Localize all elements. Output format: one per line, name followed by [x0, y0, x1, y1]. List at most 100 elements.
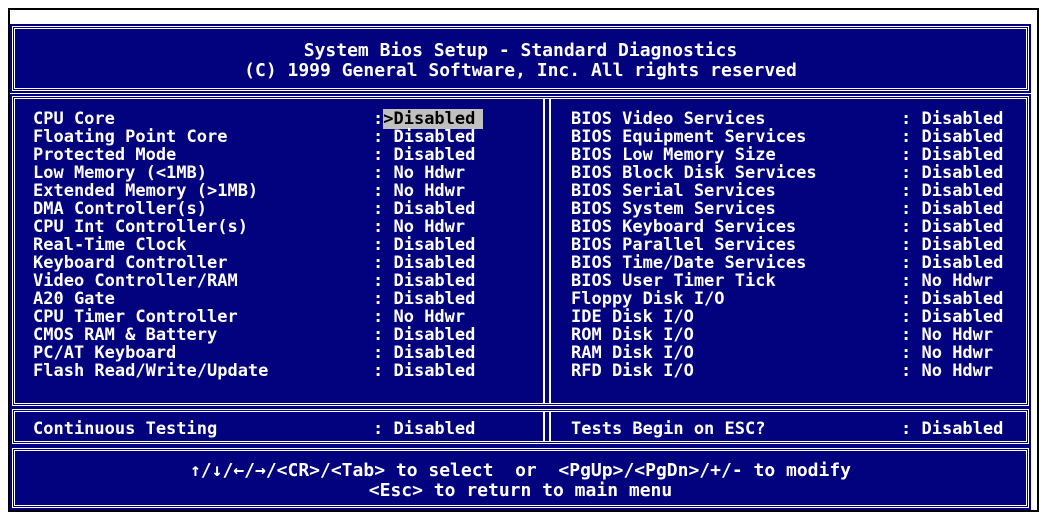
diag-item-row[interactable]: Flash Read/Write/Update: Disabled	[33, 362, 538, 380]
diag-item-value-text: Disabled	[393, 235, 476, 255]
bios-item-row[interactable]: BIOS Parallel Services: Disabled	[571, 236, 1026, 254]
diag-item-value-text: No Hdwr	[393, 181, 466, 201]
bios-item-value[interactable]: : No Hdwr	[901, 362, 993, 380]
diag-item-value[interactable]: : No Hdwr	[373, 182, 465, 200]
column-divider-inner	[549, 412, 551, 441]
bios-item-label: BIOS Keyboard Services	[571, 217, 797, 237]
diag-item-value[interactable]: :>Disabled	[373, 109, 484, 129]
bios-item-row[interactable]: RAM Disk I/O: No Hdwr	[571, 344, 1026, 362]
column-divider-inner	[549, 99, 551, 403]
diag-item-value[interactable]: : Disabled	[373, 362, 475, 380]
separator-colon: :	[901, 235, 922, 255]
diag-item-row[interactable]: CPU Timer Controller : No Hdwr	[33, 308, 538, 326]
diag-item-label: Protected Mode	[33, 145, 177, 165]
diag-item-row[interactable]: Keyboard Controller: Disabled	[33, 254, 538, 272]
bios-item-row[interactable]: BIOS Low Memory Size: Disabled	[571, 146, 1026, 164]
diag-item-value[interactable]: : Disabled	[373, 326, 475, 344]
diag-item-label: Video Controller/RAM	[33, 271, 238, 291]
diag-item-row[interactable]: Protected Mode: Disabled	[33, 146, 538, 164]
bios-item-row[interactable]: BIOS User Timer Tick : No Hdwr	[571, 272, 1026, 290]
footer-help-line-2: <Esc> to return to main menu	[368, 480, 673, 501]
diag-item-label: Extended Memory (>1MB)	[33, 181, 259, 201]
separator-colon: :	[373, 181, 394, 201]
bios-item-row[interactable]: BIOS Equipment Services : Disabled	[571, 128, 1026, 146]
bios-item-value[interactable]: : Disabled	[901, 200, 1003, 218]
bios-item-value[interactable]: : Disabled	[901, 308, 1003, 326]
diag-item-value[interactable]: : No Hdwr	[373, 218, 465, 236]
bios-item-value[interactable]: : Disabled	[901, 290, 1003, 308]
bios-item-label: BIOS System Services	[571, 199, 776, 219]
separator-colon: :	[901, 145, 922, 165]
separator-colon: :	[901, 181, 922, 201]
diag-item-value[interactable]: : Disabled	[373, 290, 475, 308]
diag-item-value[interactable]: : Disabled	[373, 254, 475, 272]
bios-item-row[interactable]: RFD Disk I/O : No Hdwr	[571, 362, 1026, 380]
separator-colon: :	[373, 199, 394, 219]
bios-item-label: BIOS Equipment Services	[571, 127, 807, 147]
separator-colon: :	[373, 145, 394, 165]
bios-item-value[interactable]: : Disabled	[901, 236, 1003, 254]
bios-item-value-text: Disabled	[921, 289, 1004, 309]
diag-item-row[interactable]: CPU Int Controller(s): No Hdwr	[33, 218, 538, 236]
bios-item-value[interactable]: : No Hdwr	[901, 344, 993, 362]
diag-item-row[interactable]: CMOS RAM & Battery: Disabled	[33, 326, 538, 344]
diag-item-value-text: No Hdwr	[393, 217, 466, 237]
bios-item-row[interactable]: Floppy Disk I/O: Disabled	[571, 290, 1026, 308]
diag-item-value[interactable]: : Disabled	[373, 146, 475, 164]
bios-item-value[interactable]: : Disabled	[901, 218, 1003, 236]
diag-item-value[interactable]: : Disabled	[373, 344, 475, 362]
bios-item-row[interactable]: IDE Disk I/O: Disabled	[571, 308, 1026, 326]
diagnostics-panel: CPU Core :>Disabled Floating Point Core: D…	[10, 94, 1031, 408]
diag-item-row[interactable]: DMA Controller(s): Disabled	[33, 200, 538, 218]
bios-item-value[interactable]: : No Hdwr	[901, 272, 993, 290]
diag-item-label: CPU Timer Controller	[33, 307, 238, 327]
diag-item-value-text: Disabled	[393, 145, 476, 165]
diag-item-row[interactable]: Real-Time Clock: Disabled	[33, 236, 538, 254]
footer-help-line-1: ↑/↓/←/→/<CR>/<Tab> to select or <PgUp>/<…	[189, 460, 852, 481]
diag-item-value[interactable]: : Disabled	[373, 272, 475, 290]
bios-item-value[interactable]: : Disabled	[901, 110, 1003, 128]
diag-item-row[interactable]: Extended Memory (>1MB): No Hdwr	[33, 182, 538, 200]
bios-item-row[interactable]: ROM Disk I/O: No Hdwr	[571, 326, 1026, 344]
separator-colon: :	[901, 343, 922, 363]
diag-item-value[interactable]: : No Hdwr	[373, 308, 465, 326]
continuous-testing-value-text: Disabled	[393, 419, 476, 439]
separator-colon: :	[901, 217, 922, 237]
diag-item-value[interactable]: : No Hdwr	[373, 164, 465, 182]
bios-item-row[interactable]: BIOS Block Disk Services : Disabled	[571, 164, 1026, 182]
separator-colon: :	[373, 307, 394, 327]
diag-item-row[interactable]: Floating Point Core: Disabled	[33, 128, 538, 146]
bios-item-label: RFD Disk I/O	[571, 361, 694, 381]
diag-item-row[interactable]: CPU Core :>Disabled	[33, 109, 538, 129]
bios-item-value[interactable]: : Disabled	[901, 146, 1003, 164]
diag-item-value[interactable]: : Disabled	[373, 200, 475, 218]
bios-item-row[interactable]: BIOS Video Services: Disabled	[571, 110, 1026, 128]
bios-item-label: BIOS Block Disk Services	[571, 163, 817, 183]
bios-item-value-text: Disabled	[921, 109, 1004, 129]
diag-item-row[interactable]: A20 Gate: Disabled	[33, 290, 538, 308]
separator-colon: :	[373, 217, 394, 237]
tests-begin-esc-value[interactable]: : Disabled	[901, 420, 1003, 438]
column-divider	[543, 99, 545, 403]
separator-colon: :	[373, 325, 394, 345]
bios-item-row[interactable]: BIOS Time/Date Services: Disabled	[571, 254, 1026, 272]
diag-item-row[interactable]: PC/AT Keyboard: Disabled	[33, 344, 538, 362]
diag-item-row[interactable]: Low Memory (<1MB): No Hdwr	[33, 164, 538, 182]
diag-item-row[interactable]: Video Controller/RAM : Disabled	[33, 272, 538, 290]
continuous-testing-value[interactable]: : Disabled	[373, 420, 475, 438]
bios-item-row[interactable]: BIOS System Services : Disabled	[571, 200, 1026, 218]
bios-item-value-text: Disabled	[921, 127, 1004, 147]
diag-item-label: CPU Core	[33, 109, 115, 129]
diag-item-value[interactable]: : Disabled	[373, 236, 475, 254]
bios-item-value[interactable]: : Disabled	[901, 128, 1003, 146]
bios-item-label: BIOS Serial Services	[571, 181, 776, 201]
bios-item-value[interactable]: : Disabled	[901, 182, 1003, 200]
bios-item-value[interactable]: : Disabled	[901, 254, 1003, 272]
diag-item-value[interactable]: : Disabled	[373, 128, 475, 146]
bios-item-label: BIOS User Timer Tick	[571, 271, 776, 291]
bios-item-value[interactable]: : No Hdwr	[901, 326, 993, 344]
bios-item-value[interactable]: : Disabled	[901, 164, 1003, 182]
bios-item-row[interactable]: BIOS Keyboard Services : Disabled	[571, 218, 1026, 236]
bios-item-row[interactable]: BIOS Serial Services : Disabled	[571, 182, 1026, 200]
separator-colon: :	[373, 163, 394, 183]
